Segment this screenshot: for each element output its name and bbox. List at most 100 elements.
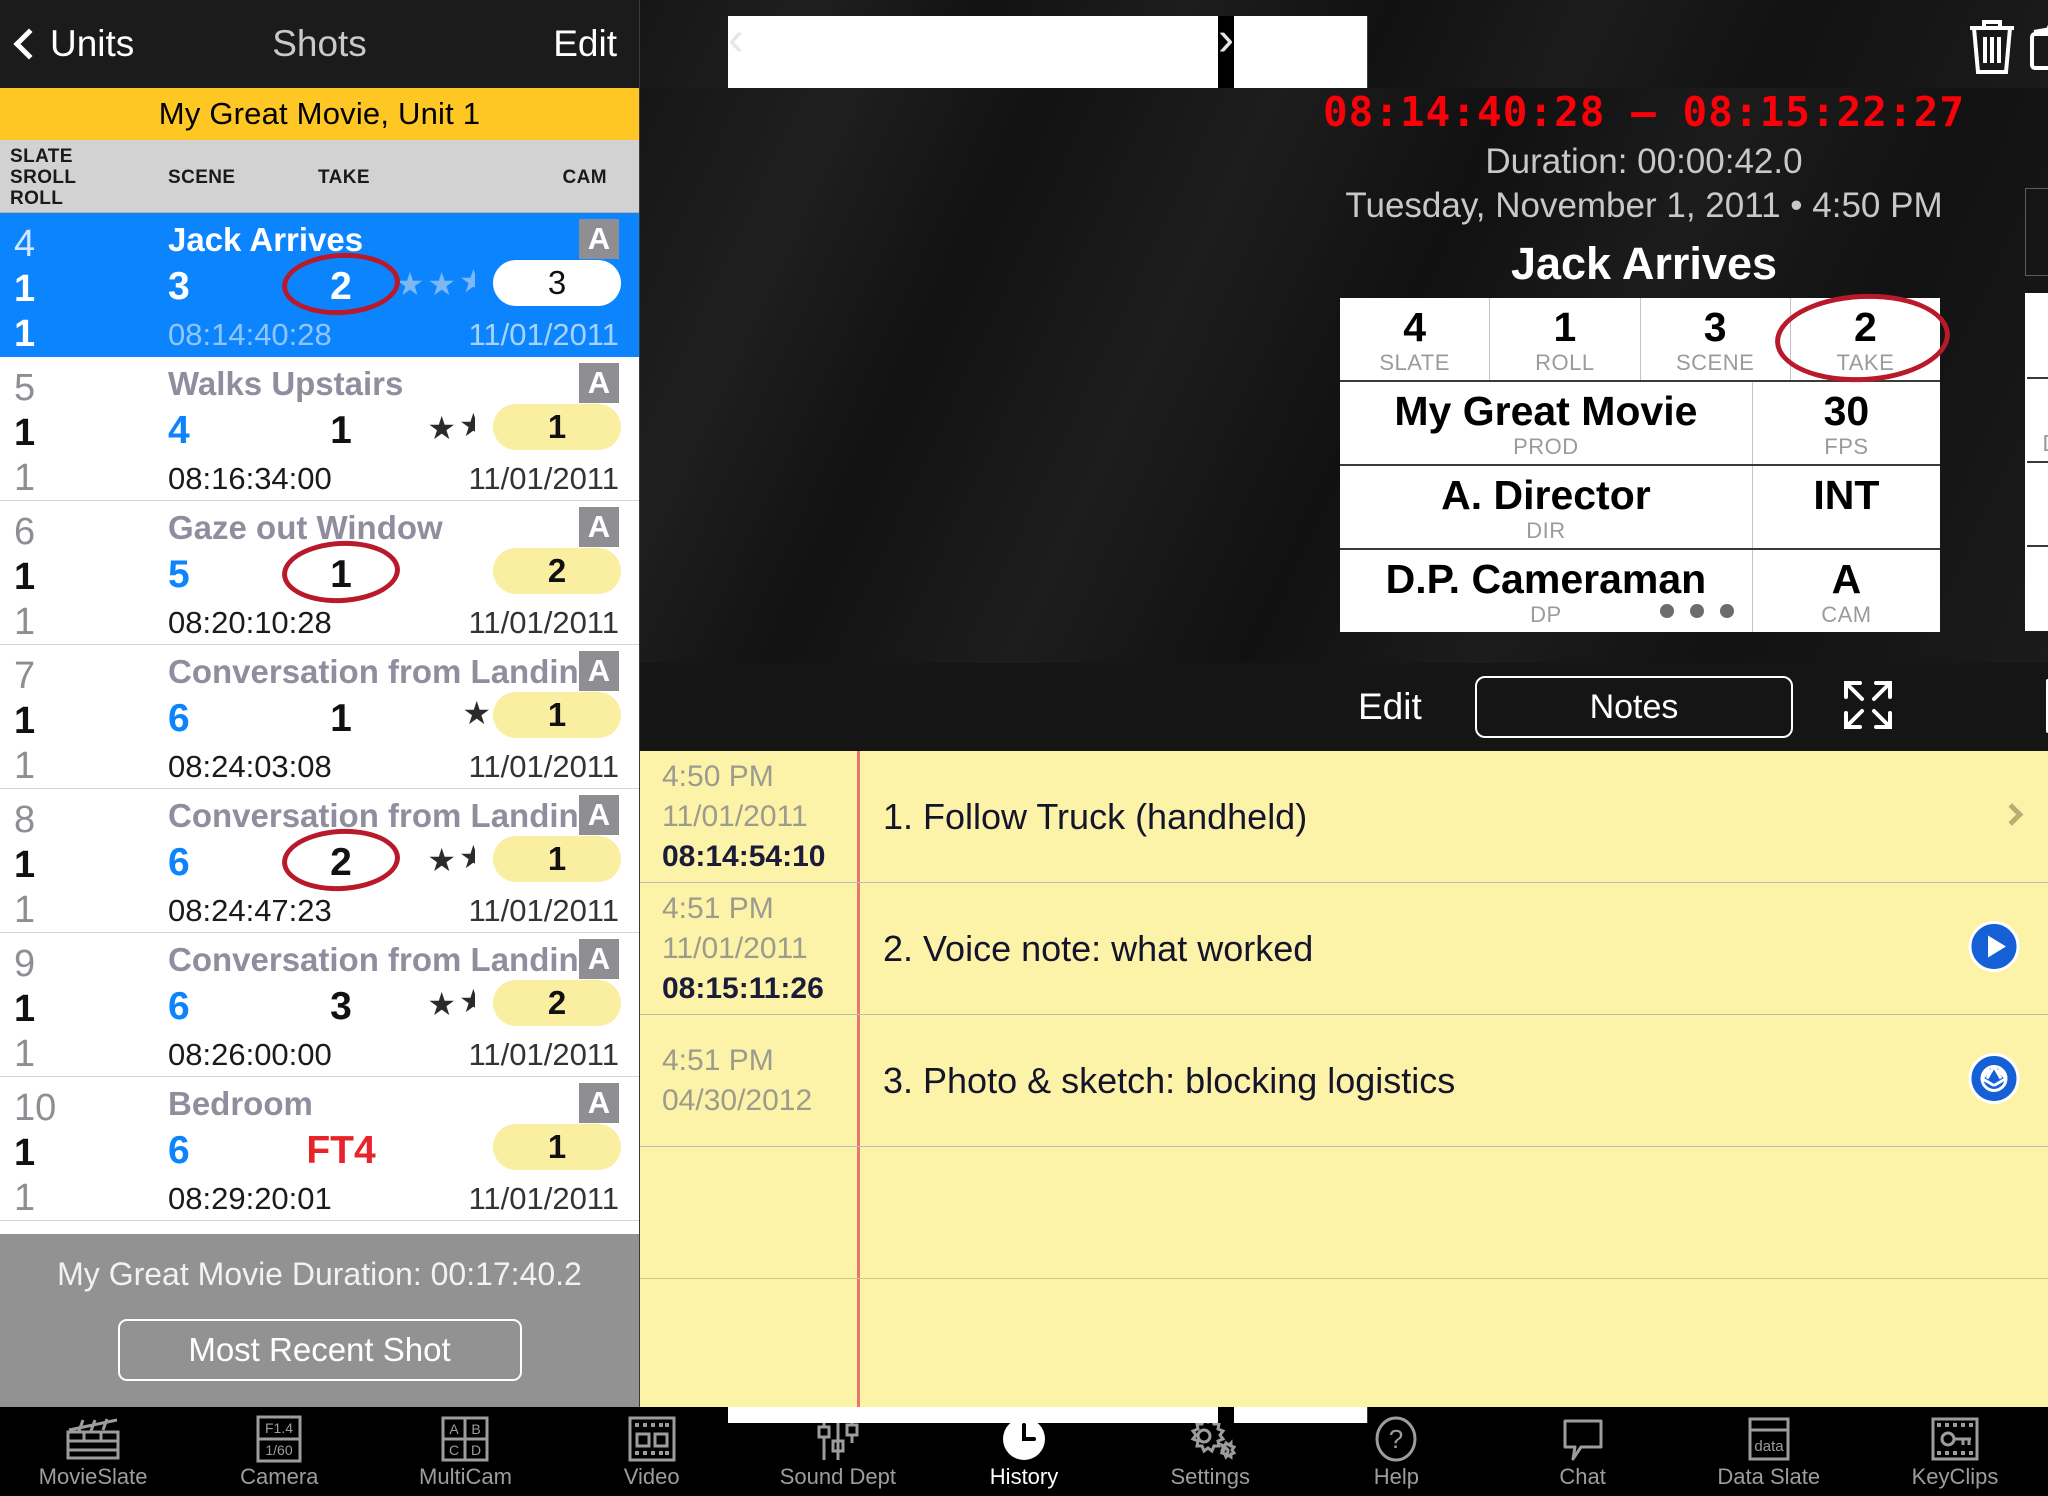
tab-movieslate[interactable]: MovieSlate	[0, 1407, 186, 1496]
camera-cell-label: WHITE BALANCE	[2027, 598, 2048, 625]
shot-detail-panel: ‹ Shot 4 of 10 › Search All Notes	[640, 0, 2048, 1423]
camera-cell[interactable]: F3.5APERTURE	[2027, 295, 2048, 377]
row-take-pill[interactable]: 3	[493, 260, 621, 306]
slate-card[interactable]: 4 SLATE 1 ROLL 3 SCENE 2 TAKE My Great Movie PROD…	[1340, 289, 1952, 632]
slate-side-cell[interactable]: INT	[1753, 466, 1940, 548]
tab-camera[interactable]: F1.4 1/60 Camera	[186, 1407, 372, 1496]
camera-cell-value: 6'	[2027, 384, 2048, 430]
note-time: 4:51 PM	[662, 891, 774, 925]
row-take-pill[interactable]: 1	[493, 1124, 621, 1170]
tab-chat[interactable]: Chat	[1490, 1407, 1676, 1496]
shots-column-header: SLATE SROLL ROLL SCENE TAKE CAM	[0, 140, 639, 213]
tab-keyclips[interactable]: KeyClips	[1862, 1407, 2048, 1496]
slate-side-cell[interactable]: A CAM	[1753, 550, 1940, 632]
slate-cell-scene[interactable]: 3 SCENE	[1641, 298, 1791, 380]
data-slate-icon: data	[1746, 1415, 1792, 1463]
row-take-pill[interactable]: 2	[493, 980, 621, 1026]
slate-page-dot[interactable]	[1690, 604, 1704, 618]
row-slate: 5	[14, 367, 36, 409]
row-take-pill[interactable]: 1	[493, 836, 621, 882]
row-rating-stars[interactable]: ★ ★	[427, 841, 491, 878]
slate-main-label: DIR	[1526, 518, 1566, 543]
most-recent-shot-button[interactable]: Most Recent Shot	[117, 1319, 522, 1381]
row-cam-badge: A	[579, 939, 619, 979]
list-item[interactable]: 4:51 PM 04/30/2012 3. Photo & sketch: bloc…	[640, 1015, 2048, 1147]
slate-side-cell[interactable]: 30 FPS	[1753, 382, 1940, 464]
shot-list[interactable]: 4 1 1 Jack Arrives 3 2 08:14:40:28 11/01/2011 A ★…	[0, 213, 639, 1234]
row-take: 3	[330, 985, 352, 1028]
row-take-pill[interactable]: 1	[493, 404, 621, 450]
slate-page-dot[interactable]	[1630, 604, 1644, 618]
notes-list[interactable]: 4:50 PM 11/01/2011 08:14:54:10 1. Follow Tr…	[640, 751, 2048, 1407]
camera-info-card[interactable]: F3.5APERTURE2°CAMERA ANGLE6'DISTANCE TO …	[2025, 293, 2048, 631]
clapperboard-icon[interactable]	[2028, 14, 2048, 77]
slate-top-row: 4 SLATE 1 ROLL 3 SCENE 2 TAKE	[1340, 289, 1952, 387]
row-take-pill[interactable]: 2	[493, 548, 621, 594]
slate-page-dots[interactable]	[1630, 604, 1734, 618]
tab-label: Camera	[240, 1463, 319, 1489]
table-row[interactable]: 5 1 1 Walks Upstairs 4 1 08:16:34:00 11/01/2011…	[0, 357, 639, 501]
expand-icon[interactable]	[1840, 677, 1896, 738]
row-rating-stars[interactable]: ★ ★	[427, 985, 491, 1022]
slate-page-dot[interactable]	[1660, 604, 1674, 618]
slate-column-headers: SLATE SROLL ROLL	[10, 146, 76, 209]
note-edit-icon[interactable]	[2042, 675, 2048, 740]
table-row[interactable]: 8 1 1 Conversation from Landing 6 2 08:24:47:2…	[0, 789, 639, 933]
slate-main-cell[interactable]: My Great Movie PROD	[1340, 382, 1753, 464]
row-rating-stars[interactable]: ★ ★	[427, 409, 491, 446]
back-to-units-button[interactable]: Units	[0, 23, 134, 65]
chevron-right-icon[interactable]	[2000, 802, 2024, 827]
row-scene: 4	[168, 409, 190, 452]
camera-cell[interactable]: 6'DISTANCE TO SUBJECT	[2027, 379, 2048, 461]
note-meta: 4:51 PM 11/01/2011 08:15:11:26	[640, 889, 857, 1009]
slate-main-cell[interactable]: A. Director DIR	[1340, 466, 1753, 548]
slate-page-dot[interactable]	[1720, 604, 1734, 618]
row-scene: 6	[168, 697, 190, 740]
aperture-icon[interactable]	[1968, 1052, 2020, 1109]
tab-label: History	[989, 1463, 1059, 1489]
tab-video[interactable]: Video	[559, 1407, 745, 1496]
slate-cell-slate[interactable]: 4 SLATE	[1340, 298, 1491, 380]
row-scene-name: Walks Upstairs	[168, 365, 404, 402]
table-row[interactable]: 7 1 1 Conversation from Landing 6 1 08:24:03:0…	[0, 645, 639, 789]
half-star-icon: ★	[459, 409, 475, 441]
clapperboard-icon	[65, 1415, 121, 1463]
trash-icon[interactable]	[1964, 14, 2020, 81]
table-row[interactable]: 6 1 1 Gaze out Window 5 1 08:20:10:28 11/01/201…	[0, 501, 639, 645]
col-take: TAKE	[318, 167, 370, 188]
camera-cell[interactable]: TungstenWHITE BALANCE	[2027, 547, 2048, 629]
camera-cell[interactable]: 50mmFOCAL LENGTH	[2027, 463, 2048, 545]
row-take-pill[interactable]: 1	[493, 692, 621, 738]
list-item[interactable]: 4:51 PM 11/01/2011 08:15:11:26 2. Voice not…	[640, 883, 2048, 1015]
ratings-panel[interactable]: PICTURE★★★★★SOUND★★★★★	[2025, 188, 2048, 276]
row-sroll: 1	[14, 1132, 36, 1174]
table-row[interactable]: 9 1 1 Conversation from Landing 6 3 08:26:00:0…	[0, 933, 639, 1077]
rating-picture[interactable]: PICTURE★★★★★	[2026, 189, 2048, 275]
film-strip-icon	[626, 1415, 678, 1463]
tab-multicam[interactable]: A B C D MultiCam	[372, 1407, 558, 1496]
note-timecode: 08:15:11:26	[662, 971, 824, 1005]
notes-tab-button[interactable]: Notes	[1475, 676, 1793, 738]
row-sroll: 1	[14, 844, 36, 886]
edit-notes-button[interactable]: Edit	[1358, 686, 1422, 728]
row-roll: 1	[14, 457, 36, 499]
slate-side-value: 30	[1823, 388, 1870, 434]
row-timecode: 08:26:00:00	[168, 1037, 332, 1072]
slate-main-cell[interactable]: D.P. Cameraman DP	[1340, 550, 1753, 632]
edit-shots-button[interactable]: Edit	[553, 23, 639, 65]
row-roll: 1	[14, 1033, 36, 1075]
slate-side-value: A	[1831, 556, 1862, 602]
svg-text:1/60: 1/60	[266, 1442, 293, 1458]
chevron-left-icon	[13, 28, 45, 60]
table-row[interactable]: 4 1 1 Jack Arrives 3 2 08:14:40:28 11/01/2011 A ★…	[0, 213, 639, 357]
tab-label: Chat	[1559, 1463, 1606, 1489]
list-item[interactable]: 4:50 PM 11/01/2011 08:14:54:10 1. Follow Tr…	[640, 751, 2048, 883]
slate-cell-take[interactable]: 2 TAKE	[1772, 289, 1952, 387]
row-rating-stars[interactable]: ★ ★ ★	[396, 265, 491, 302]
table-row[interactable]: 10 1 1 Bedroom 6 FT4 08:29:20:01 11/01/2011 A 1	[0, 1077, 639, 1221]
slate-cell-roll[interactable]: 1 ROLL	[1490, 298, 1641, 380]
tab-data-slate[interactable]: data Data Slate	[1676, 1407, 1862, 1496]
keyclips-icon	[1929, 1415, 1981, 1463]
row-rating-stars[interactable]: ★	[462, 697, 491, 729]
play-icon[interactable]	[1968, 920, 2020, 977]
